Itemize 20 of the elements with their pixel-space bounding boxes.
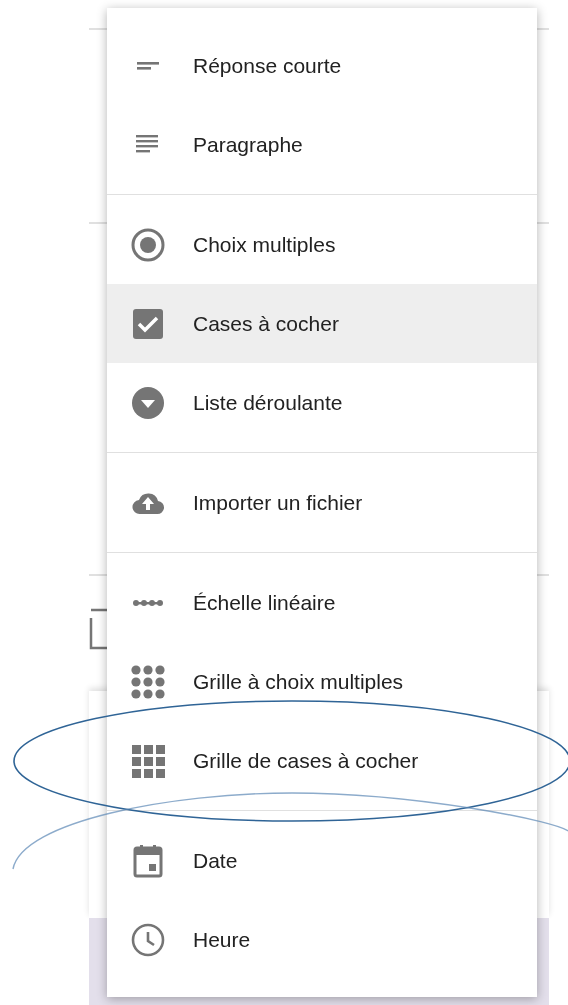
dropdown-circle-icon	[131, 385, 165, 420]
clock-icon	[131, 922, 165, 957]
menu-item[interactable]: Liste déroulante	[107, 363, 537, 442]
menu-item[interactable]: Grille à choix multiples	[107, 642, 537, 721]
menu-item[interactable]: Choix multiples	[107, 205, 537, 284]
copy-icon	[89, 608, 107, 652]
menu-item[interactable]: Réponse courte	[107, 26, 537, 105]
menu-item[interactable]: Importer un fichier	[107, 463, 537, 542]
radio-icon	[131, 227, 165, 262]
menu-item[interactable]: Date	[107, 821, 537, 900]
menu-item[interactable]: Paragraphe	[107, 105, 537, 184]
square-grid-icon	[131, 743, 165, 778]
calendar-icon	[131, 843, 165, 878]
menu-item[interactable]: Échelle linéaire	[107, 563, 537, 642]
short-lines-icon	[137, 61, 159, 70]
menu-item[interactable]: Heure	[107, 900, 537, 979]
dotted-line-icon	[133, 598, 163, 607]
dot-grid-icon	[131, 664, 165, 699]
checkbox-icon	[131, 306, 165, 341]
menu-item[interactable]: Cases à cocher	[107, 284, 537, 363]
